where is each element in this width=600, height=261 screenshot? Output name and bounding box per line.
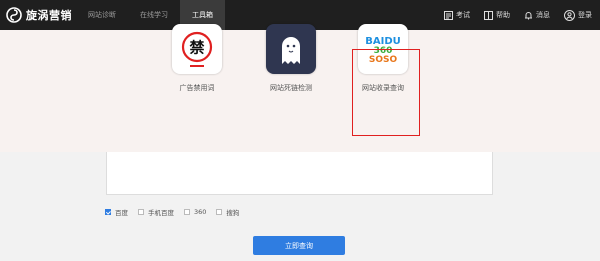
nav-item-site-diagnosis[interactable]: 网站诊断 — [76, 0, 128, 30]
url-input-area[interactable] — [106, 152, 493, 195]
tool-label: 网站死链检测 — [270, 84, 312, 92]
tool-dead-link-check[interactable]: 网站死链检测 — [251, 24, 331, 93]
engine-option-mobile-baidu[interactable]: 手机百度 — [138, 207, 174, 217]
ghost-icon — [282, 37, 300, 64]
vortex-logo-icon — [6, 7, 22, 23]
user-nav: 考试 帮助 消息 登录 — [444, 0, 592, 30]
engine-label: 搜狗 — [226, 209, 240, 217]
bell-icon — [525, 11, 532, 19]
checkbox-sogou[interactable] — [216, 209, 223, 215]
ban-word-icon: 禁 — [181, 31, 213, 67]
checkbox-baidu[interactable] — [105, 209, 111, 215]
search-engine-options: 百度 手机百度 360 搜狗 — [105, 207, 239, 217]
checkbox-mobile-baidu[interactable] — [138, 209, 144, 215]
messages-link[interactable]: 消息 — [524, 10, 550, 20]
selected-tool-highlight — [352, 49, 420, 136]
user-avatar-icon — [564, 9, 575, 21]
engine-label: 360 — [194, 208, 207, 216]
tool-label: 广告禁用词 — [179, 84, 215, 92]
help-book-icon — [484, 10, 493, 20]
ad-banned-words-tile: 禁 — [172, 24, 222, 74]
help-label: 帮助 — [496, 11, 510, 19]
login-label: 登录 — [578, 11, 592, 19]
exam-link[interactable]: 考试 — [444, 10, 470, 20]
engine-option-sogou[interactable]: 搜狗 — [216, 207, 239, 217]
checkbox-360[interactable] — [184, 209, 190, 215]
exam-label: 考试 — [456, 11, 470, 19]
help-link[interactable]: 帮助 — [484, 10, 510, 20]
engine-label: 百度 — [115, 209, 128, 217]
brand-logo[interactable]: 旋涡营销 — [6, 6, 72, 24]
dead-link-check-tile — [266, 24, 316, 74]
tool-ad-banned-words[interactable]: 禁 广告禁用词 — [157, 24, 237, 93]
engine-option-360[interactable]: 360 — [184, 208, 206, 216]
login-link[interactable]: 登录 — [564, 9, 592, 21]
engine-label: 手机百度 — [148, 209, 174, 217]
brand-name: 旋涡营销 — [26, 9, 72, 22]
exam-icon — [444, 10, 453, 20]
query-now-button[interactable]: 立即查询 — [253, 236, 345, 255]
messages-label: 消息 — [536, 11, 550, 19]
ban-glyph: 禁 — [189, 39, 204, 57]
engine-option-baidu[interactable]: 百度 — [105, 207, 128, 217]
